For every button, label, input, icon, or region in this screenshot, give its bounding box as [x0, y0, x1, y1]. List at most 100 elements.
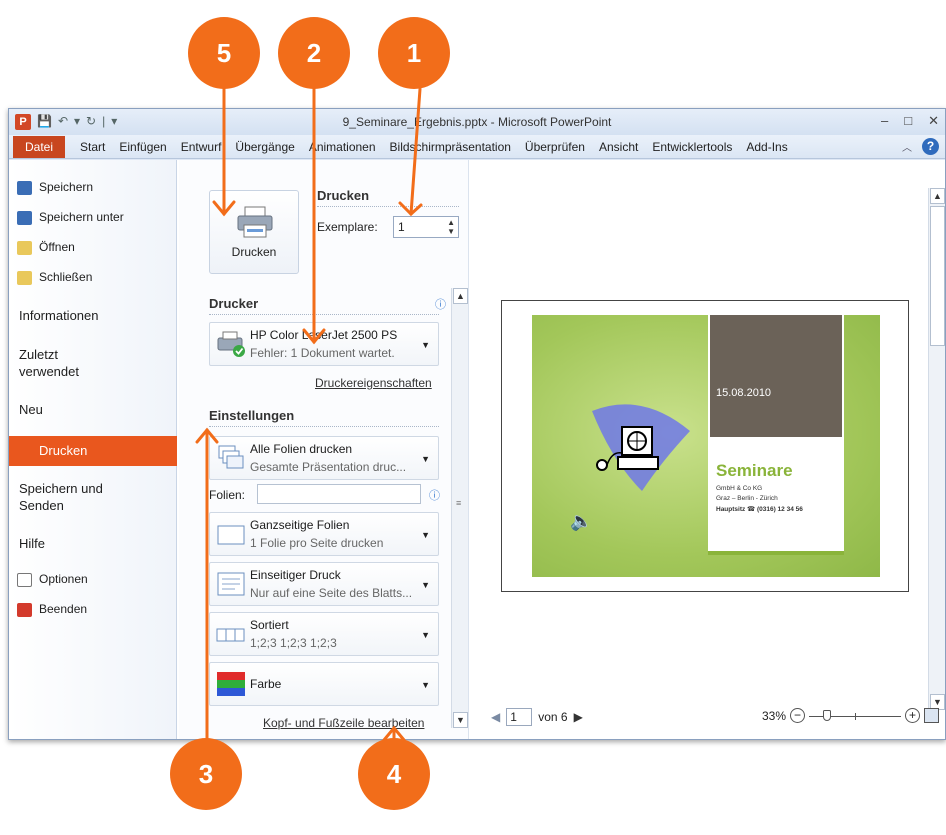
slide-card-bar — [708, 551, 844, 555]
backstage-nav: Speichern Speichern unter Öffnen Schließ… — [9, 160, 177, 739]
chevron-down-icon: ▼ — [421, 630, 430, 640]
page-navigator: ◀ 1 von 6 ▶ — [491, 708, 583, 726]
all-slides-icon — [218, 445, 244, 469]
prev-page-icon[interactable]: ◀ — [491, 710, 500, 724]
full-page-slide-icon — [217, 525, 245, 545]
nav-oeffnen[interactable]: Öffnen — [9, 240, 177, 255]
divider — [317, 206, 459, 207]
close-icon[interactable]: ✕ — [928, 113, 939, 129]
color-icon — [217, 672, 245, 696]
nav-speichern-unter[interactable]: Speichern unter — [9, 210, 177, 225]
minimize-ribbon-icon[interactable]: ︿ — [902, 139, 912, 154]
zoom-level[interactable]: 33% — [762, 709, 786, 723]
nav-label: Speichern — [39, 180, 94, 194]
print-range-dropdown[interactable]: Alle Folien drucken Gesamte Präsentation… — [209, 436, 439, 480]
layout-title: Ganzseitige Folien — [250, 518, 350, 532]
slides-input[interactable] — [257, 484, 421, 504]
divider — [209, 314, 439, 315]
divider — [209, 426, 439, 427]
color-dropdown[interactable]: Farbe ▼ — [209, 662, 439, 706]
slide-title: Seminare — [716, 461, 793, 480]
nav-zuletzt-verwendet[interactable]: Zuletzt verwendet — [9, 346, 177, 380]
sides-dropdown[interactable]: Einseitiger Druck Nur auf eine Seite des… — [209, 562, 439, 606]
print-preview: 15.08.2010 Seminare GmbH & Co KG Graz – … — [471, 160, 945, 739]
tab-start[interactable]: Start — [73, 140, 112, 154]
slides-info-icon[interactable]: ⓘ — [429, 487, 440, 503]
nav-speichern[interactable]: Speichern — [9, 180, 177, 195]
tab-add-ins[interactable]: Add-Ins — [739, 140, 794, 154]
layout-sub: 1 Folie pro Seite drucken — [250, 536, 384, 550]
collated-icon — [216, 628, 245, 642]
zoom-slider[interactable] — [809, 709, 901, 722]
print-range-title: Alle Folien drucken — [250, 442, 353, 456]
collate-dropdown[interactable]: Sortiert 1;2;3 1;2;3 1;2;3 ▼ — [209, 612, 439, 656]
zoom-tick — [855, 712, 856, 720]
nav-informationen[interactable]: Informationen — [9, 308, 177, 323]
nav-neu[interactable]: Neu — [9, 402, 177, 417]
settings-scrollbar[interactable]: ▲ ≡ ▼ — [451, 288, 468, 728]
nav-speichern-und-senden[interactable]: Speichern und Senden — [9, 480, 177, 514]
zoom-thumb[interactable] — [823, 709, 831, 721]
callout-5: 5 — [188, 17, 260, 89]
nav-schliessen[interactable]: Schließen — [9, 270, 177, 285]
zoom-out-icon[interactable]: − — [790, 708, 805, 723]
color-title: Farbe — [250, 677, 282, 691]
printer-properties-link[interactable]: Druckereigenschaften — [315, 376, 432, 390]
slides-label: Folien: — [209, 488, 246, 502]
minimize-icon[interactable]: – — [881, 113, 888, 129]
printer-info-icon[interactable]: ⓘ — [435, 296, 446, 312]
slide-line-3: Hauptsitz ☎ (0316) 12 34 56 — [716, 506, 803, 513]
nav-label: Senden — [19, 498, 64, 513]
maximize-icon[interactable]: □ — [904, 113, 912, 129]
slide-thumbnail: 15.08.2010 Seminare GmbH & Co KG Graz – … — [532, 315, 880, 577]
scroll-grip-icon[interactable]: ≡ — [456, 498, 461, 508]
nav-label: Speichern unter — [39, 210, 124, 224]
preview-scrollbar[interactable]: ▲ ▼ — [928, 188, 945, 710]
nav-hilfe[interactable]: Hilfe — [9, 536, 177, 551]
callout-1: 1 — [378, 17, 450, 89]
printer-icon — [237, 206, 273, 238]
printer-ready-icon — [217, 331, 245, 357]
tab-ueberpruefen[interactable]: Überprüfen — [518, 140, 592, 154]
printer-section-title: Drucker — [209, 296, 259, 311]
nav-drucken[interactable]: Drucken — [9, 436, 177, 466]
tab-entwurf[interactable]: Entwurf — [174, 140, 229, 154]
scroll-up-icon[interactable]: ▲ — [930, 188, 945, 204]
next-page-icon[interactable]: ▶ — [574, 710, 583, 724]
header-footer-link[interactable]: Kopf- und Fußzeile bearbeiten — [263, 716, 424, 730]
tab-einfuegen[interactable]: Einfügen — [112, 140, 173, 154]
scroll-down-icon[interactable]: ▼ — [453, 712, 468, 728]
chevron-down-icon: ▼ — [421, 530, 430, 540]
settings-section-title: Einstellungen — [209, 408, 295, 423]
print-settings-panel: Drucken Drucken Exemplare: 1 ▲ ▼ Drucker … — [179, 160, 469, 739]
copies-spinner[interactable]: 1 ▲ ▼ — [393, 216, 459, 238]
title-bar: P 💾 ↶ ▾ ↻ | ▾ 9_Seminare_Ergebnis.pptx -… — [9, 109, 945, 135]
layout-dropdown[interactable]: Ganzseitige Folien 1 Folie pro Seite dru… — [209, 512, 439, 556]
nav-beenden[interactable]: Beenden — [9, 602, 177, 617]
window-title: 9_Seminare_Ergebnis.pptx - Microsoft Pow… — [342, 115, 612, 129]
one-sided-icon — [217, 572, 245, 596]
callout-4: 4 — [358, 738, 430, 810]
printer-dropdown[interactable]: HP Color LaserJet 2500 PS Fehler: 1 Doku… — [209, 322, 439, 366]
spinner-arrows-icon[interactable]: ▲ ▼ — [447, 218, 455, 236]
zoom-in-icon[interactable]: + — [905, 708, 920, 723]
tab-entwicklertools[interactable]: Entwicklertools — [645, 140, 739, 154]
scroll-up-icon[interactable]: ▲ — [453, 288, 468, 304]
fit-to-window-icon[interactable] — [924, 708, 939, 723]
tab-bildschirmpraesentation[interactable]: Bildschirmpräsentation — [383, 140, 518, 154]
nav-optionen[interactable]: Optionen — [9, 572, 177, 587]
tab-animationen[interactable]: Animationen — [302, 140, 383, 154]
print-button[interactable]: Drucken — [209, 190, 299, 274]
tab-uebergaenge[interactable]: Übergänge — [228, 140, 301, 154]
copies-label: Exemplare: — [317, 220, 378, 234]
nav-label: Zuletzt — [19, 347, 59, 362]
open-folder-icon — [17, 241, 32, 255]
printer-status: Fehler: 1 Dokument wartet. — [250, 346, 395, 360]
page-input[interactable]: 1 — [506, 708, 533, 726]
help-icon[interactable]: ? — [922, 138, 939, 155]
chevron-down-icon: ▼ — [421, 340, 430, 350]
print-section-title: Drucken — [317, 188, 370, 203]
tab-ansicht[interactable]: Ansicht — [592, 140, 645, 154]
tab-datei[interactable]: Datei — [13, 135, 66, 158]
scroll-grip-icon[interactable] — [930, 206, 945, 346]
